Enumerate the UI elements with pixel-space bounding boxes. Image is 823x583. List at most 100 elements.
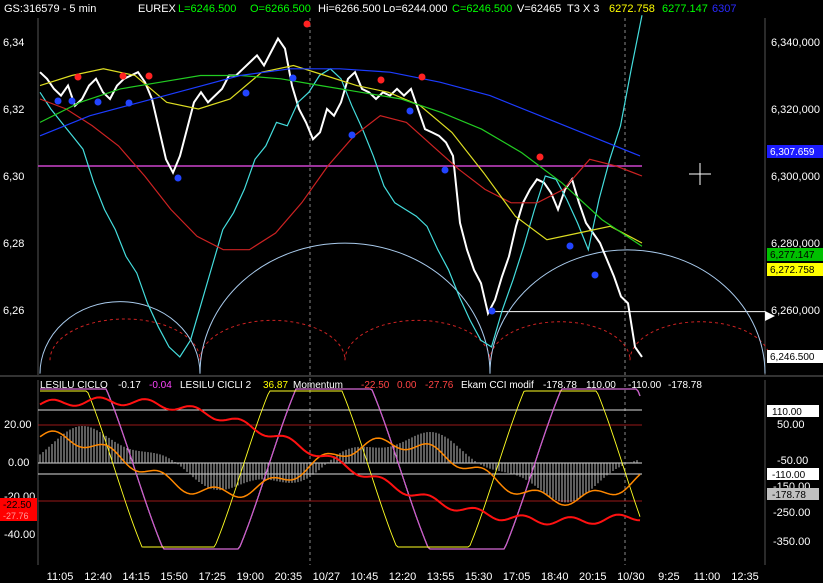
cci-value-4: -178.78 — [668, 380, 702, 391]
price-right-tick: 6,260,000 — [771, 305, 820, 317]
signal-dot-blue — [174, 174, 182, 182]
time-tick-label: 17:25 — [198, 571, 226, 583]
volume-label: V=62465 — [517, 3, 561, 15]
signal-dot-blue — [348, 131, 356, 139]
cycle-value: -0.17 — [118, 380, 141, 391]
chart-window: GS:316579 - 5 min EUREX L=6246.500 O=626… — [0, 0, 823, 583]
indicator-value-1: 6272.758 — [609, 3, 655, 15]
signal-dot-blue — [68, 97, 76, 105]
cycle-value-2: -0.04 — [149, 380, 172, 391]
price-right-tick: 6,300,000 — [771, 171, 820, 183]
signal-dot-red — [119, 72, 127, 80]
price-left-tick: 6,26 — [3, 305, 24, 317]
time-tick-label: 11:00 — [694, 571, 721, 583]
close-price: C=6246.500 — [452, 3, 512, 15]
signal-dot-blue — [289, 74, 297, 82]
time-tick-label: 13:55 — [427, 571, 455, 583]
cci-label: Ekam CCI modif — [461, 380, 534, 391]
cycle-arc-blue — [199, 242, 491, 374]
momentum-value-1: -22.50 — [361, 380, 390, 391]
signal-dot-blue — [54, 97, 62, 105]
indicator-panel — [38, 388, 642, 550]
time-tick-label: 17:05 — [503, 571, 531, 583]
lower-left-badge-2: -27.76 — [0, 510, 37, 521]
time-tick-label: 12:40 — [84, 571, 112, 583]
time-tick-label: 20:35 — [275, 571, 303, 583]
svg-text:6,246.500: 6,246.500 — [770, 352, 815, 363]
price-left-tick: 6,28 — [3, 238, 24, 250]
signal-dot-blue — [242, 89, 250, 97]
momentum-value-3: -27.76 — [425, 380, 454, 391]
series-yellow-smooth — [39, 64, 643, 244]
lower-right-tick: -50.00 — [777, 455, 808, 467]
series-price — [39, 36, 643, 358]
time-tick-label: 15:30 — [465, 571, 493, 583]
signal-dot-red — [145, 72, 153, 80]
time-tick-label: 15:50 — [160, 571, 188, 583]
trading-chart: GS:316579 - 5 min EUREX L=6246.500 O=626… — [0, 3, 823, 583]
cycle2-label: LESILU CICLI 2 — [180, 380, 252, 391]
time-tick-label: 18:40 — [541, 571, 569, 583]
high-price: Hi=6266.500 — [318, 3, 381, 15]
price-right-tick: 6,320,000 — [771, 104, 820, 116]
price-badge-blue: 6,307.659 — [767, 145, 823, 158]
time-tick-label: 14:15 — [122, 571, 150, 583]
price-right-tick: 6,340,000 — [771, 37, 820, 49]
lower-left-tick: 0.00 — [8, 457, 29, 469]
signal-dot-blue — [591, 271, 599, 279]
signal-dot-blue — [488, 307, 496, 315]
crosshair-cursor-icon — [689, 163, 711, 185]
symbol-label: GS:316579 - 5 min — [4, 3, 96, 15]
signal-dot-blue — [441, 166, 449, 174]
exchange-label: EUREX — [138, 3, 177, 15]
svg-text:110.00: 110.00 — [772, 407, 802, 418]
price-left-tick: 6,32 — [3, 104, 24, 116]
svg-text:6,307.659: 6,307.659 — [770, 147, 815, 158]
time-tick-label: 12:35 — [731, 571, 759, 583]
time-tick-label: 11:05 — [47, 571, 74, 583]
lower-left-badge-1: -22.50 — [0, 498, 37, 511]
last-price: L=6246.500 — [178, 3, 236, 15]
time-axis: 11:05 12:40 14:15 15:50 17:25 19:00 20:35 10/27… — [47, 571, 759, 583]
time-tick-label: 19:00 — [237, 571, 265, 583]
cci-value-1: -178.78 — [543, 380, 577, 391]
lower-left-tick: 20.00 — [4, 419, 32, 431]
signal-dot-red — [536, 153, 544, 161]
price-left-tick: 6,30 — [3, 171, 24, 183]
svg-text:-178.78: -178.78 — [772, 490, 806, 501]
lower-right-badge-2: -110.00 — [767, 468, 819, 481]
indicator-value-2: 6277.147 — [662, 3, 708, 15]
lower-right-tick: -350.00 — [773, 536, 810, 548]
lower-right-badge-3: -178.78 — [767, 488, 819, 501]
svg-text:6,277.147: 6,277.147 — [770, 250, 815, 261]
cycle-arc-red — [344, 319, 491, 361]
cycle-label: LESILU CICLO — [40, 380, 108, 391]
price-panel — [38, 15, 771, 374]
momentum-value-2: 0.00 — [397, 380, 417, 391]
svg-text:-27.76: -27.76 — [3, 511, 29, 521]
open-price: O=6266.500 — [250, 3, 311, 15]
signal-dot-red — [377, 76, 385, 84]
signal-dot-blue — [406, 107, 414, 115]
cycle-arc-red — [199, 319, 346, 361]
time-tick-label: 10/30 — [617, 571, 645, 583]
series-cyan-oscillator — [39, 15, 643, 358]
lower-left-tick: -40.00 — [4, 529, 35, 541]
signal-dot-blue — [94, 98, 102, 106]
svg-text:-22.50: -22.50 — [3, 500, 32, 511]
price-badge-yellow: 6,272.758 — [767, 263, 823, 276]
svg-text:6,272.758: 6,272.758 — [770, 265, 815, 276]
svg-text:-110.00: -110.00 — [772, 470, 806, 481]
series-red-smooth — [39, 98, 643, 251]
cci-value-3: -110.00 — [628, 380, 662, 391]
time-tick-label: 10/27 — [313, 571, 341, 583]
cycle2-value: 36.87 — [263, 380, 288, 391]
signal-dot-blue — [566, 242, 574, 250]
signal-dot-red — [74, 73, 82, 81]
lower-right-badge-1: 110.00 — [767, 405, 819, 418]
time-tick-label: 9:25 — [658, 571, 679, 583]
lower-right-tick: 50.00 — [777, 419, 805, 431]
cycle-arc-red — [629, 321, 771, 361]
cycle-arc-blue — [39, 301, 201, 374]
signal-dot-blue — [125, 99, 133, 107]
